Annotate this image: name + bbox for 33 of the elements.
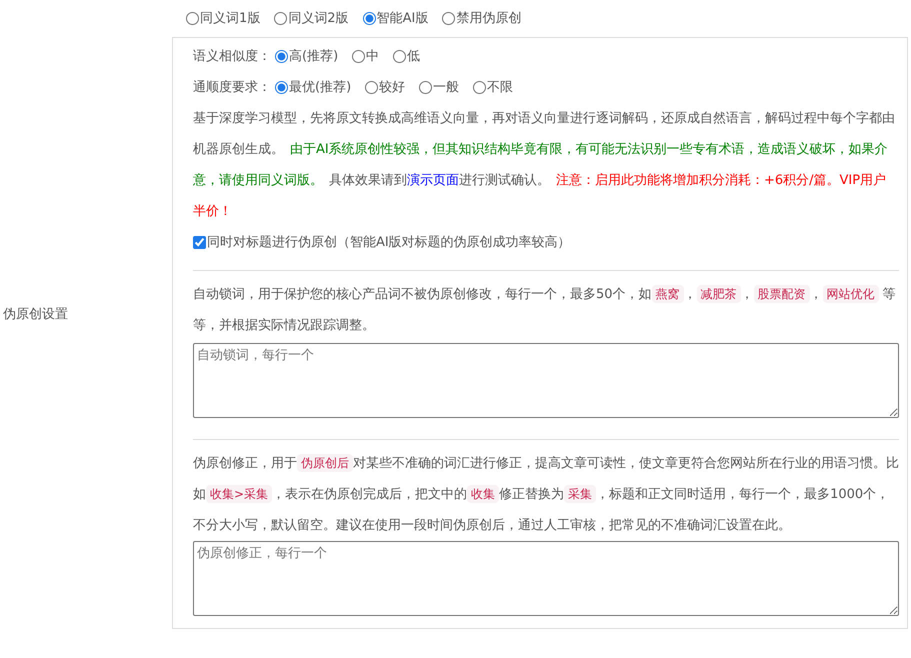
checkbox[interactable] bbox=[193, 236, 206, 249]
radio-button[interactable] bbox=[362, 12, 376, 25]
option-label[interactable]: 较好 bbox=[379, 72, 406, 103]
radio-button[interactable] bbox=[442, 12, 456, 25]
option-label[interactable]: 不限 bbox=[487, 72, 514, 103]
option-label[interactable]: 同义词2版 bbox=[288, 8, 349, 28]
field-label: 语义相似度： bbox=[193, 48, 271, 66]
option-label[interactable]: 最优(推荐) bbox=[289, 72, 352, 103]
description-text: 基于深度学习模型，先将原文转换成高维语义向量，再对语义向量进行逐词解码，还原成自然语言，解码过程中每个字都由机器原创生成。 由于AI系统原创性较强，但其知识结构毕竟有限，有可能无法识别一些专有术语，造成语义破坏，如果介意，请使用同义词版。 具体效果请到演示页面进行测试确认。 注意：启用此功能将增加积分消耗：+6积分/篇。VIP用户半价！ bbox=[193, 110, 896, 221]
option-label[interactable]: 一般 bbox=[433, 72, 460, 103]
option-label[interactable]: 中 bbox=[366, 41, 380, 72]
radio-button[interactable] bbox=[473, 81, 486, 94]
radio-button[interactable] bbox=[275, 50, 288, 63]
option-label[interactable]: 智能AI版 bbox=[376, 8, 428, 28]
input-field[interactable]: 自动锁词，每行一个 bbox=[193, 343, 899, 418]
radio-button[interactable] bbox=[365, 81, 378, 94]
option-label[interactable]: 同义词1版 bbox=[200, 8, 260, 28]
field-label: 通顺度要求： bbox=[193, 79, 271, 97]
option-label[interactable]: 低 bbox=[407, 41, 420, 72]
radio-button[interactable] bbox=[352, 50, 366, 63]
radio-button[interactable] bbox=[419, 81, 432, 94]
radio-button[interactable] bbox=[186, 12, 199, 25]
option-label[interactable]: 高(推荐) bbox=[289, 41, 338, 72]
setting-label: 伪原创设置 bbox=[2, 306, 68, 324]
radio-button[interactable] bbox=[274, 12, 288, 25]
description-text: 自动锁词，用于保护您的核心产品词不被伪原创修改，每行一个，最多50个，如 燕窝 ， 减肥茶 ， 股票配资 ， 网站优化 等等，并根据实际情况跟踪调整。 bbox=[193, 284, 897, 335]
option-label[interactable]: 禁用伪原创 bbox=[456, 8, 522, 28]
description-text: 伪原创修正，用于 伪原创后 对某些不准确的词汇进行修正，提高文章可读性，使文章更符合您网站所在行业的用语习惯。比如 收集>采集 ，表示在伪原创完成后，把文中的 收集 修正替换为 采集 ，标题和正文同时适用，每行一个，最多1000个，不分大小写，默认留空。建议在使用一段时间伪原创后，通过人工审核，把常见的不准确词汇设置在此。 bbox=[193, 453, 899, 535]
demo-page-link[interactable]: 演示页面 bbox=[407, 173, 459, 188]
checkbox-label[interactable]: 同时对标题进行伪原创（智能AI版对标题的伪原创成功率较高） bbox=[207, 227, 571, 258]
radio-button[interactable] bbox=[393, 50, 406, 63]
input-field[interactable]: 伪原创修正，每行一个 bbox=[193, 541, 899, 616]
radio-button[interactable] bbox=[275, 81, 288, 94]
